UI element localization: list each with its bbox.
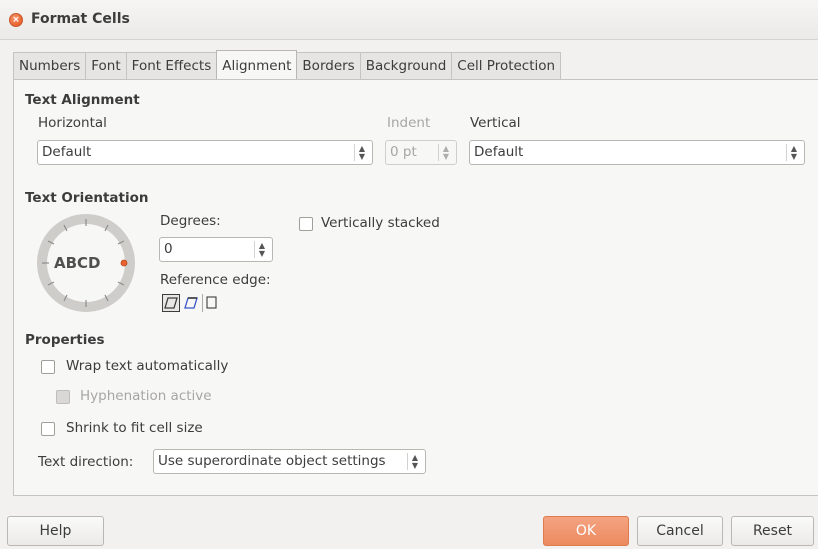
spin-arrows-icon: ▲ ▼	[786, 144, 801, 161]
tab-font-effects[interactable]: Font Effects	[125, 52, 218, 80]
parallelogram-top-icon	[184, 297, 198, 309]
text-direction-value: Use superordinate object settings	[158, 453, 386, 469]
vertically-stacked-checkbox[interactable]	[299, 217, 313, 231]
indent-value: 0 pt	[390, 144, 417, 160]
cancel-button[interactable]: Cancel	[637, 516, 723, 546]
tab-font[interactable]: Font	[85, 52, 127, 80]
tab-background[interactable]: Background	[359, 52, 453, 80]
shrink-to-fit-checkbox[interactable]	[41, 422, 55, 436]
wrap-text-label[interactable]: Wrap text automatically	[66, 358, 228, 374]
spin-arrows-icon: ▲ ▼	[254, 241, 269, 258]
reference-edge-bottom-button[interactable]	[162, 294, 180, 312]
indent-label: Indent	[387, 115, 431, 131]
reference-edge-buttons	[162, 294, 222, 312]
vertical-value: Default	[474, 144, 524, 160]
spin-arrows-icon: ▲ ▼	[407, 453, 422, 470]
horizontal-value: Default	[42, 144, 92, 160]
wrap-text-checkbox[interactable]	[41, 360, 55, 374]
reset-button[interactable]: Reset	[731, 516, 814, 546]
shrink-to-fit-label[interactable]: Shrink to fit cell size	[66, 420, 203, 436]
ok-button[interactable]: OK	[543, 516, 629, 546]
hyphenation-checkbox[interactable]	[56, 390, 70, 404]
text-alignment-heading: Text Alignment	[25, 92, 140, 108]
text-direction-select[interactable]: Use superordinate object settings ▲ ▼	[153, 449, 426, 474]
text-direction-label: Text direction:	[38, 454, 134, 470]
degrees-label: Degrees:	[160, 213, 221, 229]
tab-bar: Numbers Font Font Effects Alignment Bord…	[13, 50, 562, 80]
degrees-value: 0	[164, 241, 173, 257]
reference-edge-top-button[interactable]	[183, 295, 199, 311]
indent-spinner[interactable]: 0 pt ▲ ▼	[385, 140, 457, 165]
close-icon[interactable]: ×	[9, 13, 23, 27]
alignment-panel: Text Alignment Horizontal Indent Vertica…	[13, 79, 818, 496]
vertical-select[interactable]: Default ▲ ▼	[469, 140, 805, 165]
hyphenation-label: Hyphenation active	[80, 388, 212, 404]
degrees-spinner[interactable]: 0 ▲ ▼	[159, 237, 273, 262]
tab-borders[interactable]: Borders	[296, 52, 361, 80]
rectangle-inside-icon	[206, 296, 217, 309]
tab-numbers[interactable]: Numbers	[13, 52, 87, 80]
help-button[interactable]: Help	[7, 516, 104, 546]
text-orientation-heading: Text Orientation	[25, 190, 149, 206]
reference-edge-label: Reference edge:	[160, 272, 271, 288]
dial-text: ABCD	[54, 254, 101, 272]
vertically-stacked-label[interactable]: Vertically stacked	[321, 215, 440, 231]
tab-alignment[interactable]: Alignment	[216, 50, 298, 79]
tab-cell-protection[interactable]: Cell Protection	[451, 52, 562, 80]
properties-heading: Properties	[25, 332, 105, 348]
window-title: Format Cells	[31, 11, 130, 27]
reference-edge-inside-button[interactable]	[202, 294, 220, 312]
horizontal-select[interactable]: Default ▲ ▼	[37, 140, 373, 165]
spin-arrows-icon: ▲ ▼	[354, 144, 369, 161]
horizontal-label: Horizontal	[38, 115, 107, 131]
title-bar: × Format Cells	[0, 0, 818, 40]
spin-arrows-icon: ▲ ▼	[438, 144, 453, 161]
orientation-dial[interactable]: ABCD	[36, 213, 136, 313]
vertical-label: Vertical	[470, 115, 521, 131]
parallelogram-bottom-icon	[164, 297, 178, 309]
